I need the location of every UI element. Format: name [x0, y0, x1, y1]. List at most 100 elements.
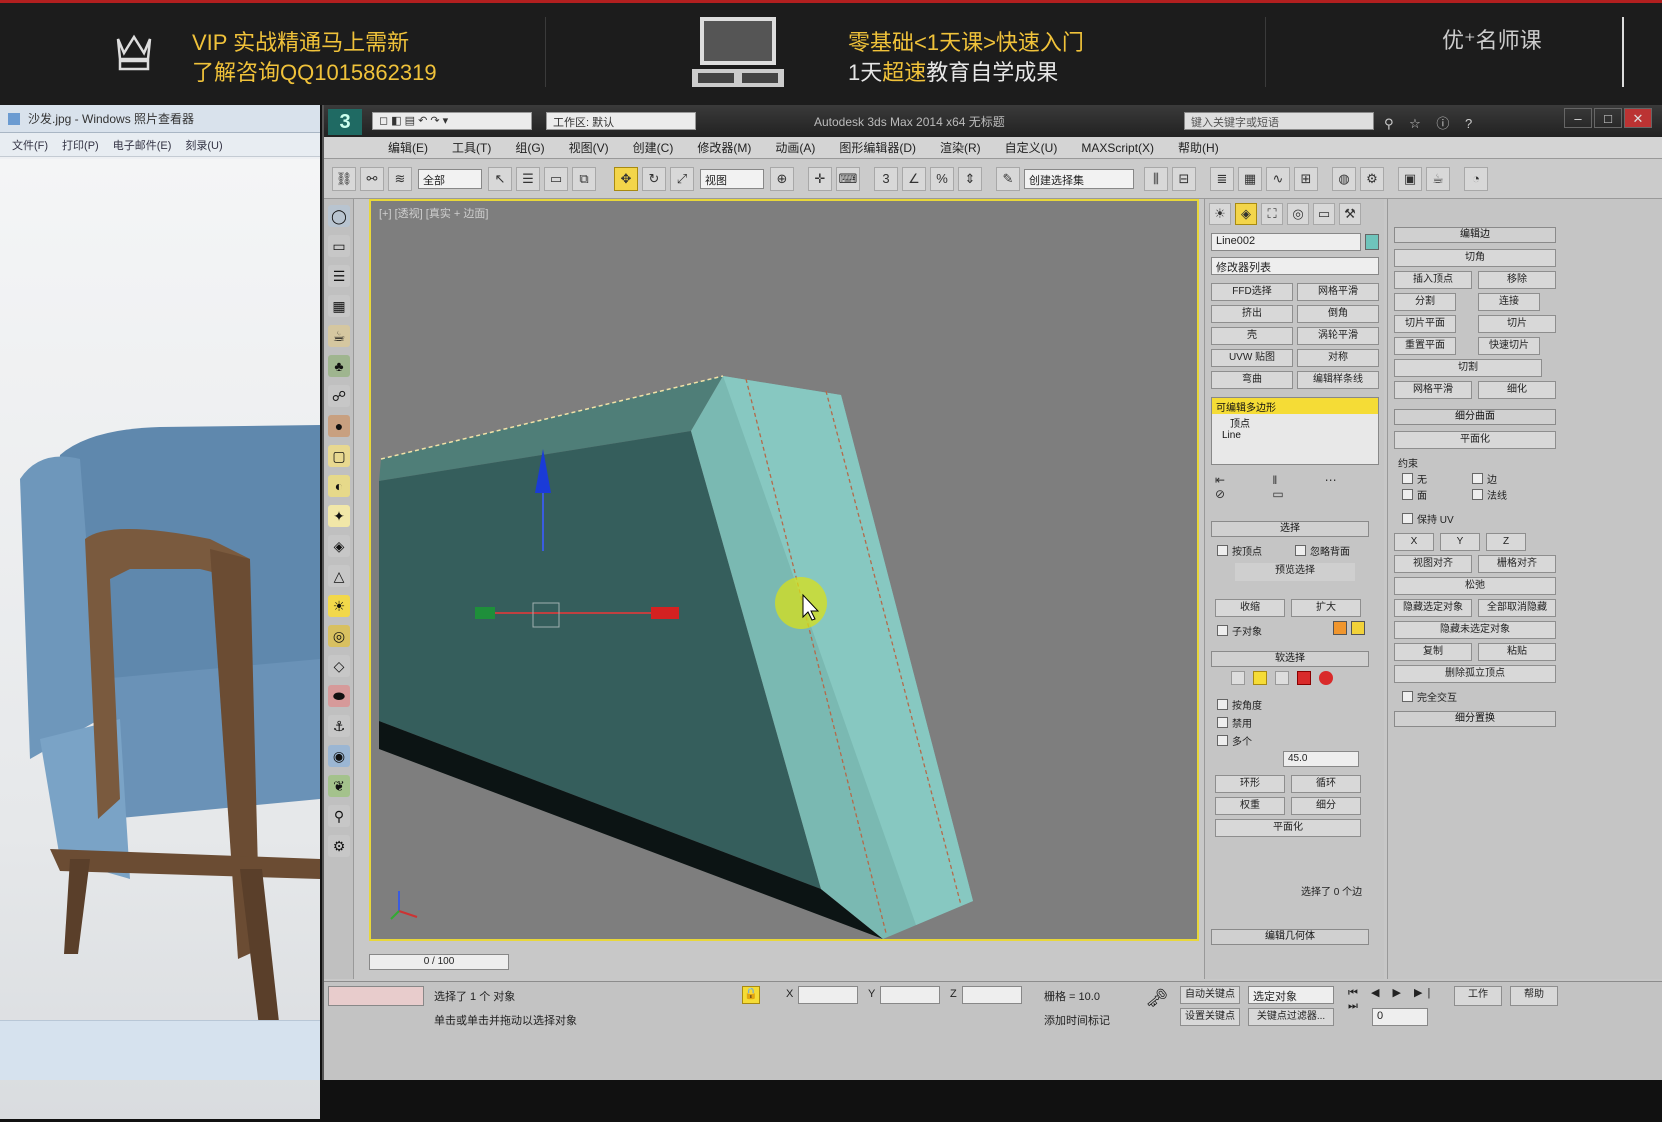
modifier-btn-symmetry[interactable]: 对称 [1297, 349, 1379, 367]
mirror-icon[interactable]: ⫼ [1144, 167, 1168, 191]
modifier-btn-edit-spline[interactable]: 编辑样条线 [1297, 371, 1379, 389]
sun-icon[interactable]: ☀ [328, 595, 350, 617]
object-name-field[interactable]: Line002 [1211, 233, 1361, 251]
banner-brand[interactable]: 优⁺名师课 [1442, 23, 1542, 55]
hide-unselected-button[interactable]: 隐藏未选定对象 [1394, 621, 1556, 639]
color-swatch-yellow[interactable] [1351, 621, 1365, 635]
object-color-swatch[interactable] [1365, 234, 1379, 250]
rollout-edit-edges-header[interactable]: 编辑边 [1394, 227, 1556, 243]
menu-animation[interactable]: 动画(A) [763, 139, 827, 156]
x-coordinate-field[interactable] [798, 986, 858, 1004]
modifier-btn-bend[interactable]: 弯曲 [1211, 371, 1293, 389]
globe-icon[interactable]: ◉ [328, 745, 350, 767]
z-align-button[interactable]: Z [1486, 533, 1526, 551]
polygon-icon[interactable] [1297, 671, 1311, 685]
perspective-viewport[interactable]: [+] [透视] [真实 + 边面] [369, 199, 1199, 941]
infocenter-icons[interactable]: ⚲ ☆ ⓘ ? [1384, 113, 1478, 132]
chamfer-button[interactable]: 切角 [1394, 249, 1556, 267]
leaf-icon[interactable]: ❦ [328, 775, 350, 797]
viewer-menu-file[interactable]: 文件(F) [12, 137, 48, 153]
bone-icon[interactable]: ☍ [328, 385, 350, 407]
utilities-tab-icon[interactable]: ⚒ [1339, 203, 1361, 225]
selection-filter-dropdown[interactable]: 全部 [418, 169, 482, 189]
slice-plane-button[interactable]: 切片平面 [1394, 315, 1456, 333]
menu-tools[interactable]: 工具(T) [440, 139, 503, 156]
rendered-frame-icon[interactable]: ▣ [1398, 167, 1422, 191]
insert-vertex-button[interactable]: 插入顶点 [1394, 271, 1472, 289]
angle-spinner[interactable]: 45.0 [1283, 751, 1359, 767]
set-key-button[interactable]: 设置关键点 [1180, 1008, 1240, 1026]
stack-item[interactable]: 顶点 [1212, 414, 1378, 430]
link-icon[interactable]: ⛓ [332, 167, 356, 191]
vertex-icon[interactable] [1231, 671, 1245, 685]
meshsmooth-button[interactable]: 网格平滑 [1394, 381, 1472, 399]
planarize-button[interactable]: 平面化 [1394, 431, 1556, 449]
sphere-icon[interactable]: ◐ [328, 475, 350, 497]
teapot-icon[interactable]: ☕ [328, 325, 350, 347]
weight-button[interactable]: 权重 [1215, 797, 1285, 815]
curve-editor-icon[interactable]: ∿ [1266, 167, 1290, 191]
schematic-view-icon[interactable]: ⊞ [1294, 167, 1318, 191]
render-iterative-icon[interactable]: ◔ [1464, 167, 1488, 191]
search-input[interactable]: 键入关键字或短语 [1184, 112, 1374, 130]
spinner-snap-icon[interactable]: ⇕ [958, 167, 982, 191]
unhide-all-button[interactable]: 全部取消隐藏 [1478, 599, 1556, 617]
full-interactivity-checkbox[interactable]: 完全交互 [1402, 689, 1457, 704]
minimize-button[interactable]: – [1564, 108, 1592, 128]
quickslice-button[interactable]: 快速切片 [1478, 337, 1540, 355]
angle-snap-icon[interactable]: ∠ [902, 167, 926, 191]
stack-controls[interactable]: ⇤ ‖ ⋯ ⊘ ▭ [1215, 473, 1375, 501]
stack-item[interactable]: Line [1212, 429, 1378, 444]
preserve-uv-checkbox[interactable]: 保持 UV [1402, 511, 1454, 526]
display-tab-icon[interactable]: ▭ [1313, 203, 1335, 225]
tree-icon[interactable]: ♣ [328, 355, 350, 377]
auto-key-button[interactable]: 自动关键点 [1180, 986, 1240, 1004]
workspace-button[interactable]: 工作 [1454, 986, 1502, 1006]
rollout-displacement-header[interactable]: 细分置换 [1394, 711, 1556, 727]
timeline-slider[interactable]: 0 / 100 [369, 954, 509, 970]
modifier-btn-ffd[interactable]: FFD选择 [1211, 283, 1293, 301]
multi-checkbox[interactable]: 多个 [1217, 733, 1252, 748]
menu-edit[interactable]: 编辑(E) [376, 139, 440, 156]
layers-icon[interactable]: ◇ [328, 655, 350, 677]
ignore-checkbox[interactable]: 禁用 [1217, 715, 1252, 730]
camera-icon[interactable]: ◈ [328, 535, 350, 557]
workspace-dropdown[interactable]: 工作区: 默认 [546, 112, 696, 130]
banner-course-line[interactable]: 零基础<1天课>快速入门 [848, 25, 1084, 57]
modify-tab-icon[interactable]: ◈ [1235, 203, 1257, 225]
stack-item-active[interactable]: 可编辑多边形 [1212, 398, 1378, 414]
slice-button[interactable]: 切片 [1478, 315, 1556, 333]
z-coordinate-field[interactable] [962, 986, 1022, 1004]
subobject-level-icons[interactable] [1231, 671, 1361, 689]
viewer-menu-print[interactable]: 打印(P) [62, 137, 99, 153]
gear-icon[interactable]: ⚙ [328, 835, 350, 857]
constraint-none-radio[interactable]: 无 [1402, 471, 1427, 486]
banner-qq-line[interactable]: 了解咨询QQ1015862319 [192, 55, 437, 87]
paste-button[interactable]: 粘贴 [1478, 643, 1556, 661]
menu-maxscript[interactable]: MAXScript(X) [1069, 141, 1166, 155]
window-crossing-icon[interactable]: ⧉ [572, 167, 596, 191]
lock-selection-icon[interactable]: 🔒 [742, 986, 760, 1004]
connect-button[interactable]: 连接 [1478, 293, 1540, 311]
rollout-subdivision-header[interactable]: 细分曲面 [1394, 409, 1556, 425]
helper-icon[interactable]: △ [328, 565, 350, 587]
bind-spacewarp-icon[interactable]: ≋ [388, 167, 412, 191]
viewport-icon[interactable]: ▭ [328, 235, 350, 257]
orbit-icon[interactable]: ◯ [328, 205, 350, 227]
modifier-btn-meshsmooth[interactable]: 网格平滑 [1297, 283, 1379, 301]
banner-result-line[interactable]: 1天超速教育自学成果 [848, 55, 1058, 87]
color-swatch-orange[interactable] [1333, 621, 1347, 635]
menu-rendering[interactable]: 渲染(R) [928, 139, 993, 156]
maxscript-listener[interactable] [328, 986, 424, 1006]
split-button[interactable]: 分割 [1394, 293, 1456, 311]
key-filters-button[interactable]: 关键点过滤器... [1248, 1008, 1334, 1026]
reset-plane-button[interactable]: 重置平面 [1394, 337, 1456, 355]
viewport-label[interactable]: [+] [透视] [真实 + 边面] [379, 205, 488, 221]
border-icon[interactable] [1275, 671, 1289, 685]
key-icon[interactable]: 🗝 [1142, 988, 1172, 1024]
planar-button[interactable]: 平面化 [1215, 819, 1361, 837]
align-icon[interactable]: ⊟ [1172, 167, 1196, 191]
motion-tab-icon[interactable]: ◎ [1287, 203, 1309, 225]
quick-access-toolbar[interactable]: ◻ ◧ ▤ ↶ ↷ ▾ [372, 112, 532, 130]
move-icon[interactable]: ✥ [614, 167, 638, 191]
